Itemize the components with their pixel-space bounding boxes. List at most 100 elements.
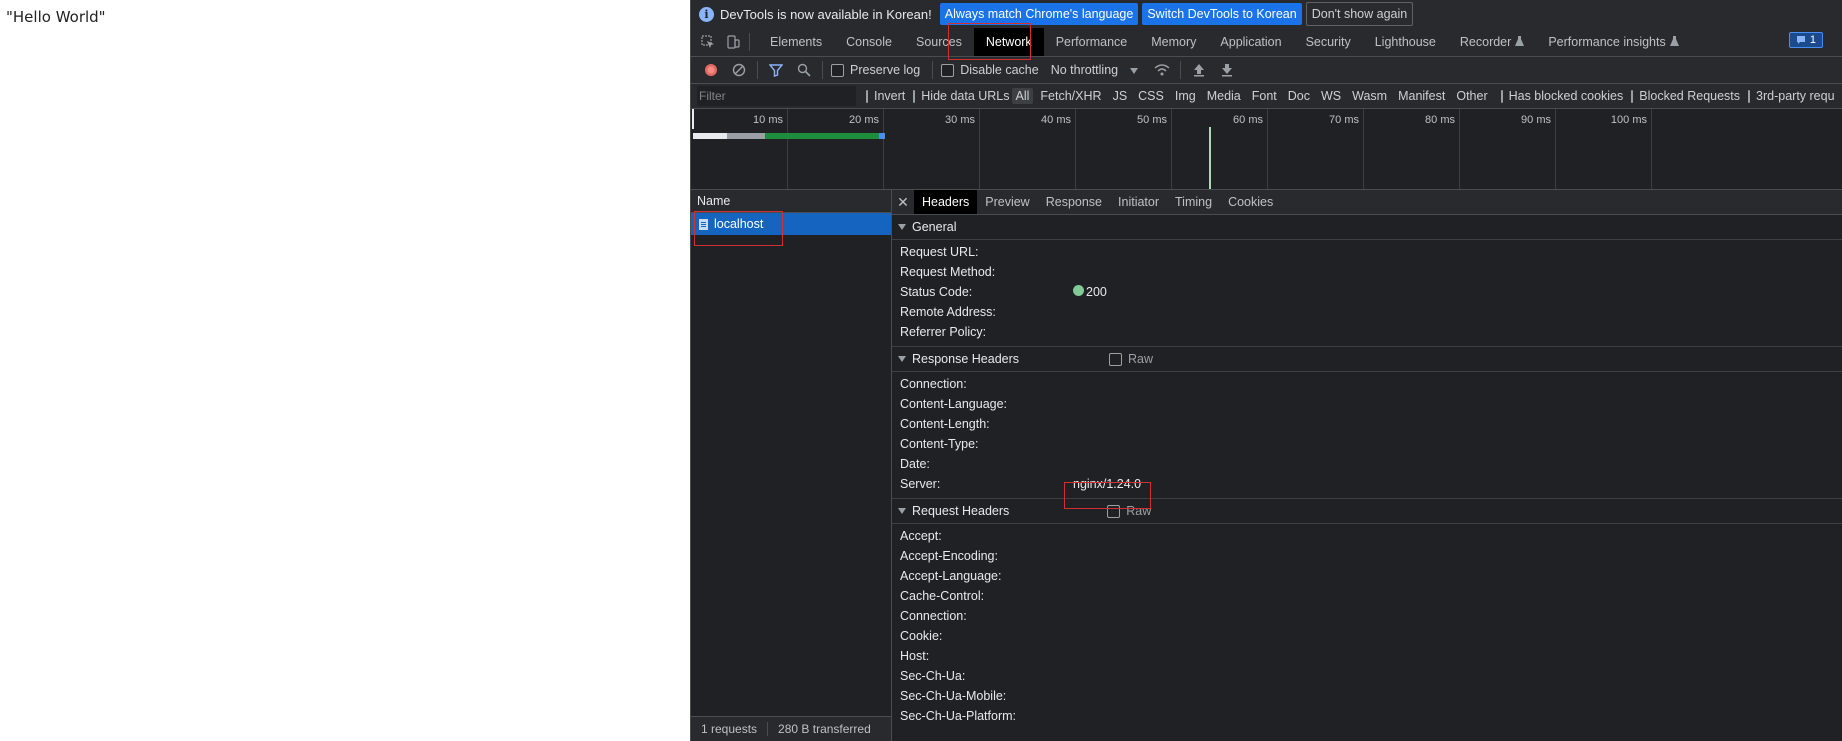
tab-console[interactable]: Console [834, 28, 904, 56]
tab-lighthouse[interactable]: Lighthouse [1363, 28, 1448, 56]
response-raw-toggle[interactable]: Raw [1109, 352, 1153, 366]
details-tab-headers[interactable]: Headers [914, 190, 978, 214]
timeline-gridline [787, 109, 788, 189]
invert-checkbox[interactable] [866, 89, 868, 103]
details-tab-initiator[interactable]: Initiator [1110, 190, 1167, 214]
name-column-header[interactable]: Name [691, 190, 891, 213]
header-row: Sec-Ch-Ua-Mobile: [892, 686, 1842, 706]
hide-data-urls-checkbox[interactable] [913, 89, 916, 103]
tab-performance[interactable]: Performance [1044, 28, 1140, 56]
preserve-log-label: Preserve log [850, 63, 921, 77]
filter-icon[interactable] [766, 60, 786, 80]
timeline-tick-label: 30 ms [945, 114, 975, 126]
export-har-icon[interactable] [1217, 60, 1237, 80]
network-filterbar: Invert Hide data URLs AllFetch/XHRJSCSSI… [691, 84, 1842, 109]
has-blocked-cookies-checkbox[interactable] [1500, 89, 1503, 103]
header-name: Sec-Ch-Ua: [900, 669, 966, 683]
request-list: Name localhost 1 requests 280 B transfer… [691, 190, 892, 741]
filter-type-other[interactable]: Other [1452, 88, 1491, 104]
request-details-pane: ✕ Headers Preview Response Initiator Timing C… [892, 190, 1842, 741]
switch-to-korean-button[interactable]: Switch DevTools to Korean [1142, 3, 1302, 25]
search-icon[interactable] [794, 60, 814, 80]
tab-elements[interactable]: Elements [758, 28, 834, 56]
header-value: 200 [1073, 284, 1107, 299]
timeline-gridline [1075, 109, 1076, 189]
hide-data-urls-label: Hide data URLs [921, 89, 1010, 103]
header-row: Referrer Policy: [892, 322, 1842, 342]
general-section-title: General [912, 220, 957, 234]
details-tab-timing[interactable]: Timing [1167, 190, 1220, 214]
timeline-tick-label: 90 ms [1521, 114, 1551, 126]
preserve-log-checkbox[interactable] [831, 63, 844, 77]
details-tab-preview[interactable]: Preview [977, 190, 1037, 214]
clear-icon[interactable] [729, 60, 749, 80]
filter-type-fetch-xhr[interactable]: Fetch/XHR [1036, 88, 1105, 104]
has-blocked-cookies-label: Has blocked cookies [1508, 89, 1624, 103]
header-name: Date: [900, 457, 930, 471]
details-tab-response[interactable]: Response [1038, 190, 1110, 214]
details-tab-cookies[interactable]: Cookies [1220, 190, 1281, 214]
dont-show-again-button[interactable]: Don't show again [1305, 2, 1414, 26]
infobar-message: DevTools is now available in Korean! [720, 6, 932, 22]
filter-type-media[interactable]: Media [1203, 88, 1245, 104]
timeline-gridline [883, 109, 884, 189]
header-row: Host: [892, 646, 1842, 666]
disable-cache-label: Disable cache [960, 63, 1039, 77]
throttling-select[interactable]: No throttling [1051, 63, 1118, 77]
page-content-text: "Hello World" [6, 8, 106, 26]
filter-input[interactable] [697, 86, 856, 106]
filter-type-doc[interactable]: Doc [1284, 88, 1314, 104]
tabbar-divider [749, 33, 750, 51]
timeline-gridline [1651, 109, 1652, 189]
waterfall-stalled-bar [727, 133, 765, 139]
tab-performance-insights[interactable]: Performance insights [1536, 28, 1690, 56]
waterfall-queue-bar [693, 133, 727, 139]
header-name: Sec-Ch-Ua-Platform: [900, 709, 1016, 723]
header-row: Accept-Encoding: [892, 546, 1842, 566]
filter-type-all[interactable]: All [1011, 88, 1034, 104]
filter-type-manifest[interactable]: Manifest [1394, 88, 1449, 104]
third-party-requests-label: 3rd-party requ [1756, 89, 1835, 103]
inspect-element-icon[interactable] [700, 34, 716, 50]
header-name: Cookie: [900, 629, 943, 643]
chevron-down-icon[interactable] [1130, 63, 1139, 77]
tab-security[interactable]: Security [1294, 28, 1363, 56]
devtools-tabbar: Elements Console Sources Network Performance… [691, 28, 1842, 57]
blocked-requests-checkbox[interactable] [1631, 89, 1634, 103]
tab-memory[interactable]: Memory [1139, 28, 1208, 56]
disable-cache-checkbox[interactable] [941, 63, 955, 77]
tab-recorder[interactable]: Recorder [1448, 28, 1536, 56]
header-row: Request Method: [892, 262, 1842, 282]
tab-application[interactable]: Application [1208, 28, 1293, 56]
request-headers-section-header[interactable]: Request Headers Raw [892, 498, 1842, 524]
filter-type-js[interactable]: JS [1109, 88, 1132, 104]
import-har-icon[interactable] [1189, 60, 1209, 80]
header-row: Connection: [892, 374, 1842, 394]
third-party-requests-checkbox[interactable] [1748, 89, 1751, 103]
request-headers-title: Request Headers [912, 504, 1010, 518]
flask-icon [1669, 35, 1679, 49]
header-name: Remote Address: [900, 305, 996, 319]
raw-checkbox[interactable] [1109, 352, 1123, 366]
timeline-gridline [979, 109, 980, 189]
filter-type-ws[interactable]: WS [1317, 88, 1345, 104]
transferred-size: 280 B transferred [778, 722, 871, 736]
filter-type-font[interactable]: Font [1248, 88, 1281, 104]
filter-type-css[interactable]: CSS [1134, 88, 1168, 104]
general-section-header[interactable]: General [892, 215, 1842, 240]
info-icon: i [699, 6, 714, 22]
network-overview-timeline[interactable]: 10 ms 20 ms 30 ms 40 ms 50 ms 60 ms 70 ms 80 ms… [691, 109, 1842, 190]
network-summary-bar: 1 requests 280 B transferred [691, 716, 891, 741]
collapse-triangle-icon [898, 224, 906, 230]
close-details-icon[interactable]: ✕ [892, 194, 914, 211]
response-headers-section-header[interactable]: Response Headers Raw [892, 346, 1842, 372]
header-row: Status Code: 200 [892, 282, 1842, 302]
header-row: Remote Address: [892, 302, 1842, 322]
filter-type-wasm[interactable]: Wasm [1348, 88, 1391, 104]
device-toolbar-icon[interactable] [725, 34, 741, 50]
messages-badge[interactable]: 1 [1788, 32, 1823, 48]
record-icon[interactable] [701, 60, 721, 80]
filter-type-img[interactable]: Img [1171, 88, 1200, 104]
always-match-language-button[interactable]: Always match Chrome's language [939, 3, 1139, 25]
network-conditions-icon[interactable] [1152, 60, 1172, 80]
